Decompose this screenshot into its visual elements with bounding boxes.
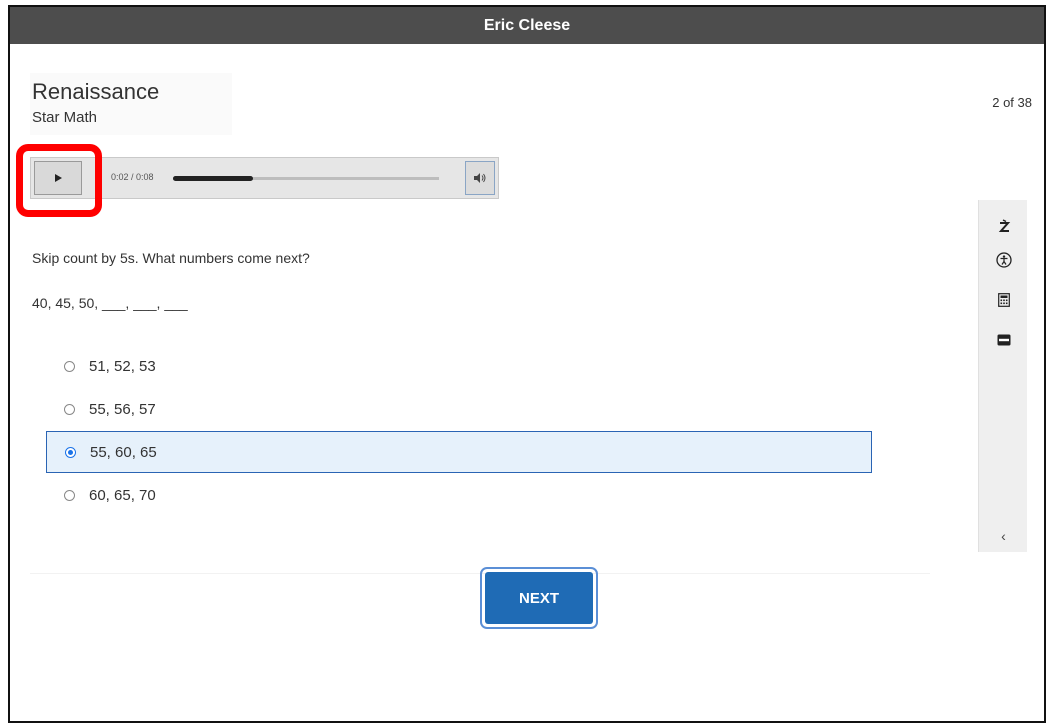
answer-option-b[interactable]: 55, 56, 57 (46, 388, 872, 430)
chevron-left-icon: ‹ (1001, 528, 1006, 544)
answer-option-c[interactable]: 55, 60, 65 (46, 431, 872, 473)
answer-options: 51, 52, 53 55, 56, 57 55, 60, 65 60, 65,… (46, 345, 872, 517)
collapse-toolbar-button[interactable]: ‹ (979, 524, 1028, 548)
answer-label: 51, 52, 53 (89, 357, 156, 375)
audio-seek-progress (173, 176, 253, 181)
radio-button[interactable] (64, 360, 75, 372)
app-frame: Eric Cleese Renaissance Star Math 2 of 3… (8, 5, 1046, 723)
audio-time: 0:02 / 0:08 (111, 172, 154, 182)
question-counter: 2 of 38 (992, 95, 1032, 110)
next-button-focus-ring: NEXT (480, 567, 598, 629)
accessibility-icon (995, 252, 1012, 268)
brand-name: Renaissance (32, 79, 160, 104)
student-name: Eric Cleese (483, 16, 571, 34)
product-name: Star Math (32, 109, 98, 126)
speaker-icon (474, 173, 486, 183)
answer-label: 55, 60, 65 (90, 443, 157, 461)
answer-option-d[interactable]: 60, 65, 70 (46, 474, 872, 516)
volume-button[interactable] (465, 161, 495, 195)
radio-button[interactable] (64, 489, 75, 501)
audio-player: 0:02 / 0:08 (30, 157, 499, 199)
calculator-icon (997, 293, 1010, 307)
number-sequence: 40, 45, 50, ___, ___, ___ (32, 295, 188, 311)
calculator-button[interactable] (979, 288, 1028, 312)
play-button[interactable] (34, 161, 82, 195)
tools-sidebar: ‹ (978, 200, 1027, 552)
play-icon (54, 174, 62, 182)
answer-label: 60, 65, 70 (89, 486, 156, 504)
answer-label: 55, 56, 57 (89, 400, 156, 418)
answer-option-a[interactable]: 51, 52, 53 (46, 345, 872, 387)
question-prompt: Skip count by 5s. What numbers come next… (32, 250, 310, 266)
brand-logo: Renaissance Star Math (30, 73, 232, 135)
line-reader-icon (997, 334, 1010, 346)
accessibility-button[interactable] (979, 248, 1028, 272)
next-button[interactable]: NEXT (485, 572, 593, 624)
title-bar: Eric Cleese (10, 7, 1044, 44)
line-reader-button[interactable] (979, 328, 1028, 352)
translate-icon (998, 219, 1010, 232)
audio-seek-bar[interactable] (173, 176, 439, 181)
radio-button[interactable] (64, 403, 75, 415)
radio-button[interactable] (65, 446, 76, 458)
translate-button[interactable] (979, 214, 1028, 238)
